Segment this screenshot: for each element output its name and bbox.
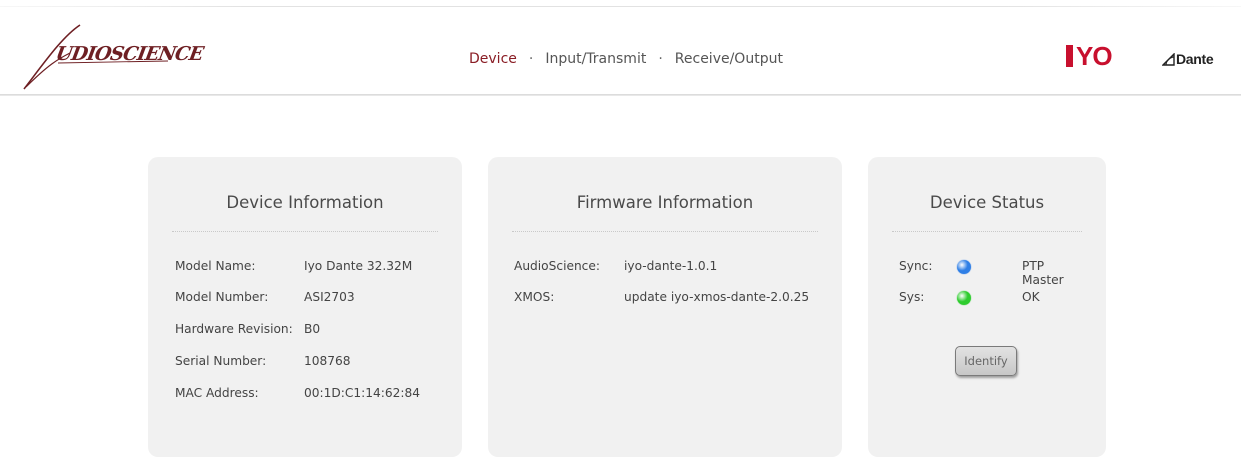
device-status-title: Device Status (929, 193, 1045, 212)
model-number-value: ASI2703 (304, 290, 355, 304)
dante-logo-text: Dante (1176, 51, 1214, 67)
model-name-value: Iyo Dante 32.32M (304, 259, 413, 273)
device-status-card: Device Status Sync: PTP Master Sys: OK I… (868, 157, 1106, 457)
dante-mark-icon (1162, 52, 1175, 66)
nav-separator: · (528, 51, 534, 67)
audioscience-firmware-label: AudioScience: (514, 259, 600, 273)
device-information-card: Device Information Model Name: Iyo Dante… (148, 157, 462, 457)
serial-number-value: 108768 (304, 354, 351, 368)
audioscience-logo-text: UDIOSCIENCE (54, 43, 205, 65)
iyo-logo: YO (1066, 41, 1113, 71)
card-divider (172, 231, 438, 232)
sync-label: Sync: (899, 259, 933, 273)
sys-indicator-icon (957, 291, 971, 305)
audioscience-logo[interactable]: UDIOSCIENCE (18, 23, 205, 93)
nav-separator: · (658, 51, 663, 67)
card-divider (892, 231, 1082, 232)
nav-input-transmit[interactable]: Input/Transmit (545, 51, 646, 67)
hardware-revision-value: B0 (304, 322, 321, 336)
dante-logo: Dante (1162, 51, 1214, 67)
header: UDIOSCIENCE Device · Input/Transmit · Receiv… (0, 7, 1241, 94)
hardware-revision-label: Hardware Revision: (175, 322, 293, 336)
nav-receive-output[interactable]: Receive/Output (675, 51, 783, 67)
main-nav: Device · Input/Transmit · Receive/Output (469, 51, 783, 67)
identify-button[interactable]: Identify (955, 346, 1017, 376)
mac-address-label: MAC Address: (175, 386, 259, 400)
sync-indicator-icon (957, 260, 971, 274)
sys-value: OK (1022, 290, 1040, 304)
model-name-label: Model Name: (175, 259, 256, 273)
audioscience-firmware-value: iyo-dante-1.0.1 (624, 259, 718, 273)
device-information-title: Device Information (226, 193, 384, 212)
card-divider (512, 231, 818, 232)
sync-value: PTP Master (1022, 259, 1064, 287)
xmos-firmware-value: update iyo-xmos-dante-2.0.25 (624, 290, 810, 304)
mac-address-value: 00:1D:C1:14:62:84 (304, 386, 420, 400)
firmware-information-card: Firmware Information AudioScience: iyo-d… (488, 157, 842, 457)
iyo-logo-bar (1066, 45, 1073, 67)
firmware-information-title: Firmware Information (576, 193, 754, 212)
model-number-label: Model Number: (175, 290, 269, 304)
iyo-logo-text: YO (1076, 41, 1113, 71)
serial-number-label: Serial Number: (175, 354, 267, 368)
xmos-firmware-label: XMOS: (514, 290, 555, 304)
header-divider (0, 94, 1241, 96)
sys-label: Sys: (899, 290, 925, 304)
nav-device[interactable]: Device (469, 51, 517, 67)
